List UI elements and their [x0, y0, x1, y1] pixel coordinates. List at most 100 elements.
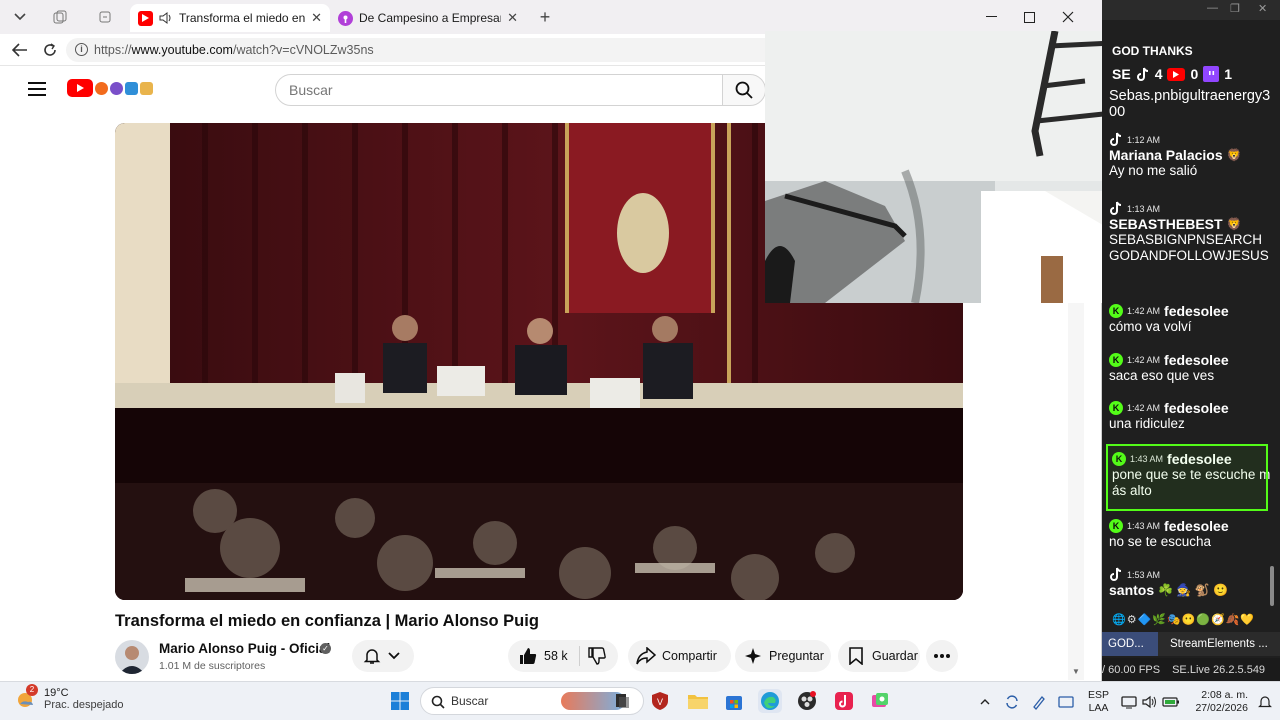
search-input[interactable]: Buscar: [275, 74, 723, 106]
back-arrow-icon[interactable]: [7, 38, 33, 62]
chat-time: 1:53 AM: [1127, 569, 1161, 580]
clock-time: 2:08 a. m.: [1201, 688, 1248, 701]
notification-bell-button[interactable]: [352, 640, 414, 672]
speaker-icon[interactable]: [159, 12, 173, 24]
new-tab-button[interactable]: +: [532, 6, 558, 28]
counter-prefix: SE: [1112, 66, 1131, 82]
weather-condition: Prac. despejado: [44, 699, 124, 711]
volume-icon[interactable]: [1142, 682, 1158, 720]
tiktok-icon: [1136, 67, 1150, 82]
tab-close-icon[interactable]: ✕: [501, 10, 518, 26]
microsoft-store-icon[interactable]: [722, 689, 746, 713]
tray-sync-icon[interactable]: [1004, 682, 1020, 720]
share-icon: [636, 646, 656, 666]
more-actions-button[interactable]: [926, 640, 958, 672]
search-icon[interactable]: [722, 74, 766, 106]
weather-widget[interactable]: 2 19°C Prac. despejado: [14, 684, 124, 711]
chat-username: SEBASTHEBEST: [1109, 216, 1223, 232]
doodle-orange-icon: [95, 81, 108, 95]
chat-username: fedesolee: [1164, 303, 1229, 319]
chat-restore-icon[interactable]: ❐: [1230, 2, 1240, 15]
network-icon[interactable]: [1121, 682, 1137, 720]
clock[interactable]: 2:08 a. m. 27/02/2026: [1195, 682, 1248, 720]
clover-emoji-icon: ☘️ 🧙 🐒 🙂: [1158, 583, 1228, 597]
tab-youtube-video[interactable]: Transforma el miedo en confianza ✕: [130, 4, 330, 32]
youtube-count: 0: [1190, 66, 1199, 82]
task-view-icon[interactable]: [610, 689, 634, 713]
tab-close-icon[interactable]: ✕: [305, 10, 322, 26]
kick-icon: K: [1109, 353, 1123, 367]
chat-scrollbar[interactable]: [1270, 566, 1274, 606]
share-button[interactable]: Compartir: [628, 640, 731, 672]
scroll-down-arrow-icon[interactable]: ▼: [1072, 667, 1080, 676]
address-bar[interactable]: i https:// www.youtube.com /watch?v=cVNO…: [66, 38, 786, 62]
maximize-icon[interactable]: [1010, 4, 1048, 30]
tab-list-dropdown-icon[interactable]: [7, 6, 33, 28]
workspaces-icon[interactable]: [47, 6, 73, 28]
refresh-icon[interactable]: [37, 38, 63, 62]
hamburger-menu-icon[interactable]: [28, 82, 46, 96]
notifications-bell-icon[interactable]: [1258, 682, 1272, 720]
taskbar-search-label: Buscar: [451, 694, 489, 708]
channel-avatar[interactable]: [115, 640, 149, 674]
save-button[interactable]: Guardar: [838, 640, 920, 672]
like-count: 58 k: [544, 649, 568, 663]
chat-message-text: no se te escucha: [1109, 534, 1212, 549]
collections-icon[interactable]: [92, 6, 118, 28]
chat-window-bar: — ❐ ✕: [1102, 0, 1280, 20]
tab-title: Transforma el miedo en confianza: [179, 11, 306, 25]
youtube-logo[interactable]: [67, 79, 153, 97]
tray-keyboard-icon[interactable]: [1058, 682, 1074, 720]
chat-username: fedesolee: [1164, 352, 1229, 368]
chat-message: 1:53 AM santos ☘️ 🧙 🐒 🙂: [1109, 567, 1271, 598]
tiktok-studio-icon[interactable]: [832, 689, 856, 713]
twitch-icon: [1203, 66, 1220, 82]
minimize-icon[interactable]: [972, 4, 1010, 30]
battery-icon[interactable]: [1162, 682, 1180, 720]
chat-message: K 1:42 AM fedesolee cómo va volví: [1109, 303, 1271, 335]
video-title: Transforma el miedo en confianza | Mario…: [115, 612, 539, 630]
ask-button[interactable]: Preguntar: [735, 640, 831, 672]
edge-browser-icon[interactable]: [758, 689, 782, 713]
ask-label: Preguntar: [769, 649, 824, 663]
chat-close-icon[interactable]: ✕: [1258, 2, 1267, 15]
emote-row-icons: 🌐⚙🔷🌿🎭😶🟢🧭🍂💛: [1112, 614, 1256, 626]
kick-icon: K: [1109, 519, 1123, 533]
chat-minimize-icon[interactable]: —: [1207, 2, 1218, 14]
youtube-play-logo-icon: [67, 79, 93, 97]
chat-message: K 1:42 AM fedesolee saca eso que ves: [1109, 352, 1271, 384]
chat-message-text: Ay no me salió: [1109, 163, 1198, 178]
thumbs-down-icon[interactable]: [588, 647, 606, 665]
windows-start-icon[interactable]: [388, 689, 412, 713]
chat-message-text: Sebas.pnbigultraenergy300: [1109, 88, 1271, 120]
dock-tab-streamelements[interactable]: StreamElements ...: [1164, 632, 1280, 656]
weather-sun-icon: 2: [14, 684, 38, 710]
site-info-icon[interactable]: i: [75, 43, 88, 56]
bell-icon: [362, 646, 382, 666]
close-window-icon[interactable]: [1049, 4, 1087, 30]
youtube-favicon-icon: [138, 10, 153, 26]
streaming-app-icon[interactable]: [868, 689, 892, 713]
stream-chat-overlay: — ❐ ✕ GOD THANKS SE 4 0 1 Sebas.pnbigult…: [1102, 0, 1280, 681]
obs-studio-icon[interactable]: [795, 689, 819, 713]
like-button[interactable]: 58 k: [508, 640, 618, 672]
language-indicator[interactable]: ESP LAA: [1088, 682, 1109, 720]
chat-username: santos: [1109, 582, 1155, 598]
chat-time: 1:13 AM: [1127, 203, 1161, 214]
url-prefix: https://: [94, 43, 132, 57]
weather-badge: 2: [26, 684, 38, 696]
tray-chevron-up-icon[interactable]: [980, 682, 990, 720]
chat-username: Mariana Palacios: [1109, 147, 1223, 163]
tray-pen-icon[interactable]: [1031, 682, 1047, 720]
file-explorer-icon[interactable]: [686, 689, 710, 713]
chat-time: 1:43 AM: [1127, 521, 1161, 531]
tab-campesino[interactable]: De Campesino a Empresario- cómo ✕: [330, 4, 526, 32]
language-bottom: LAA: [1088, 701, 1109, 714]
save-label: Guardar: [872, 649, 918, 663]
channel-name[interactable]: Mario Alonso Puig - Oficial: [159, 641, 330, 656]
url-path: /watch?v=cVNOLZw35ns: [232, 43, 374, 57]
dock-tab-god[interactable]: GOD...: [1102, 632, 1158, 656]
chat-highlight-frame: [1106, 444, 1268, 511]
tiktok-icon: [1109, 132, 1123, 147]
app-shield-icon[interactable]: V: [648, 689, 672, 713]
